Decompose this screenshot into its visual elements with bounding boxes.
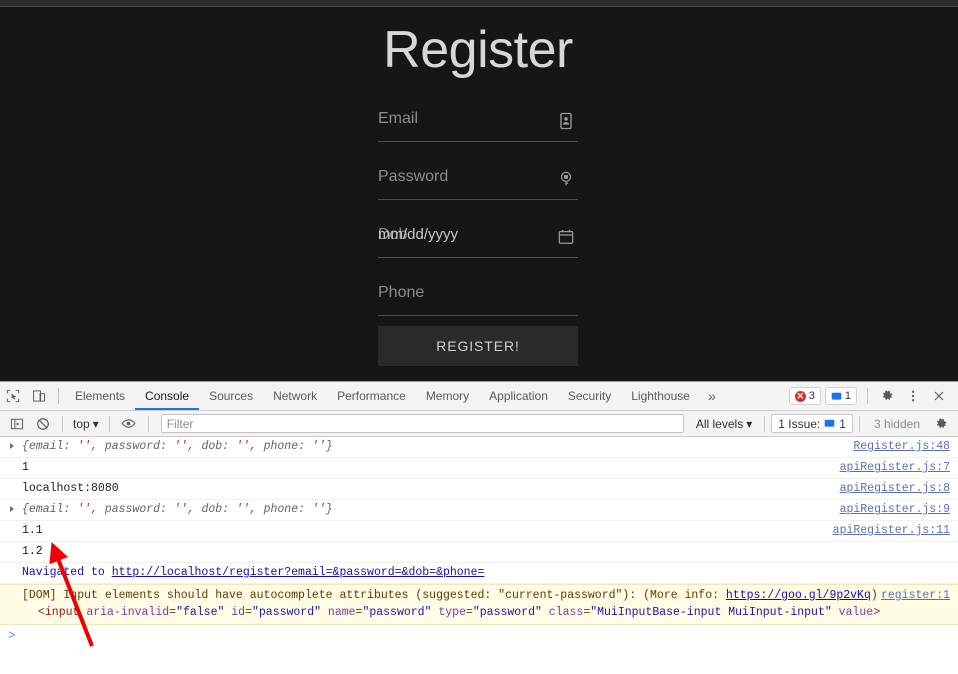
tab-security[interactable]: Security [558, 382, 621, 410]
filterbar-divider-5 [858, 415, 860, 432]
chevron-down-icon-levels: ▾ [746, 416, 753, 431]
console-source-link[interactable]: apiRegister.js:11 [833, 521, 950, 541]
devtools-tabbar: Elements Console Sources Network Perform… [0, 382, 958, 411]
console-row[interactable]: 1 apiRegister.js:7 [0, 458, 958, 479]
filterbar-divider-3 [147, 415, 149, 432]
error-dot-icon: ✕ [794, 390, 806, 402]
key-icon[interactable] [556, 169, 576, 189]
console-row-text: 1 [22, 461, 29, 474]
console-row-text: 1.1 [22, 524, 43, 537]
warning-text-suffix: ) [870, 589, 878, 602]
tab-performance[interactable]: Performance [327, 382, 416, 410]
contact-card-icon[interactable] [556, 111, 576, 131]
warning-source-link[interactable]: register:1 [881, 587, 950, 604]
log-level-selector[interactable]: All levels ▾ [690, 417, 758, 431]
issues-bubble-icon [824, 418, 835, 429]
filterbar-divider-2 [108, 415, 110, 432]
email-field[interactable]: Email [378, 94, 578, 142]
console-row[interactable]: {email: '', password: '', dob: '', phone… [0, 437, 958, 458]
tab-elements[interactable]: Elements [65, 382, 135, 410]
console-source-link[interactable]: apiRegister.js:8 [840, 479, 950, 499]
filterbar-divider-1 [62, 415, 63, 432]
page-title: Register [383, 21, 573, 79]
password-field-label: Password [378, 168, 449, 185]
console-filter-input[interactable] [160, 414, 684, 433]
error-count-label: 3 [808, 390, 815, 402]
hidden-messages-label: 3 hidden [873, 416, 920, 431]
navigation-url-link[interactable]: http://localhost/register?email=&passwor… [112, 566, 485, 579]
more-options-kebab-icon[interactable] [900, 383, 926, 409]
console-prompt[interactable]: > [0, 625, 958, 647]
tab-memory[interactable]: Memory [416, 382, 479, 410]
console-sidebar-toggle-icon[interactable] [4, 411, 30, 437]
expand-triangle-icon[interactable] [10, 443, 14, 449]
navigation-prefix: Navigated to [22, 566, 112, 579]
issues-button[interactable]: 1 Issue: 1 [771, 414, 853, 433]
console-row-text: {email: '', password: '', dob: '', phone… [22, 440, 333, 453]
inspect-element-icon[interactable] [0, 383, 26, 409]
screen: Register Email Password Dob mm/dd/yyyy P… [0, 0, 958, 674]
web-page: Register Email Password Dob mm/dd/yyyy P… [0, 0, 958, 381]
console-source-link[interactable]: Register.js:48 [853, 437, 950, 457]
console-row-text: {email: '', password: '', dob: '', phone… [22, 503, 333, 516]
tab-network[interactable]: Network [263, 382, 327, 410]
register-submit-button[interactable]: REGISTER! [378, 326, 578, 366]
console-filter-bar: top ▾ All levels ▾ 1 Issue: [0, 411, 958, 437]
console-source-link[interactable]: apiRegister.js:7 [840, 458, 950, 478]
warning-more-info-link[interactable]: https://goo.gl/9p2vKq [726, 589, 871, 602]
execution-context-label: top [73, 416, 90, 431]
clear-console-icon[interactable] [30, 411, 56, 437]
toolbar-divider [58, 388, 59, 404]
toggle-device-toolbar-icon[interactable] [26, 383, 52, 409]
tab-console[interactable]: Console [135, 382, 199, 410]
console-row-text: localhost:8080 [22, 482, 119, 495]
chevron-down-icon: ▾ [92, 416, 99, 431]
console-row[interactable]: 1.1 apiRegister.js:11 [0, 521, 958, 542]
issues-count: 1 [839, 416, 846, 431]
message-count-badge[interactable]: 1 [824, 387, 857, 405]
console-messages[interactable]: {email: '', password: '', dob: '', phone… [0, 437, 958, 674]
console-row[interactable]: localhost:8080 apiRegister.js:8 [0, 479, 958, 500]
error-count-badge[interactable]: ✕ 3 [788, 387, 821, 405]
email-field-label: Email [378, 110, 419, 127]
message-count-label: 1 [844, 390, 851, 402]
gear-icon[interactable] [874, 383, 900, 409]
register-form: Register Email Password Dob mm/dd/yyyy P… [378, 10, 578, 366]
live-expression-eye-icon[interactable] [116, 411, 142, 437]
toolbar-divider-2 [867, 388, 868, 404]
execution-context-selector[interactable]: top ▾ [69, 417, 103, 431]
warning-text: [DOM] Input elements should have autocom… [22, 589, 726, 602]
close-icon[interactable] [926, 383, 952, 409]
prompt-caret-icon: > [8, 628, 16, 643]
console-navigation-row[interactable]: Navigated to http://localhost/register?e… [0, 563, 958, 584]
browser-top-bar [0, 0, 958, 7]
tab-lighthouse[interactable]: Lighthouse [621, 382, 700, 410]
dob-field[interactable]: Dob mm/dd/yyyy [378, 210, 578, 258]
phone-field-label: Phone [378, 284, 425, 301]
console-settings-gear-icon[interactable] [928, 411, 954, 437]
more-tabs-chevron-icon[interactable]: » [700, 388, 724, 404]
console-row[interactable]: {email: '', password: '', dob: '', phone… [0, 500, 958, 521]
devtools-toolbar-right: ✕ 3 1 [788, 383, 958, 409]
warning-message-line: [DOM] Input elements should have autocom… [22, 587, 958, 604]
issues-label: 1 Issue: [778, 416, 821, 431]
tab-sources[interactable]: Sources [199, 382, 263, 410]
warning-code-snippet: <input aria-invalid="false" id="password… [38, 606, 881, 619]
tab-application[interactable]: Application [479, 382, 558, 410]
calendar-icon[interactable] [556, 227, 576, 247]
console-row[interactable]: 1.2 [0, 542, 958, 563]
console-warning-row[interactable]: [DOM] Input elements should have autocom… [0, 584, 958, 625]
message-bubble-icon [831, 391, 842, 402]
log-level-label: All levels [695, 416, 744, 431]
password-field[interactable]: Password [378, 152, 578, 200]
dob-date-placeholder: mm/dd/yyyy [378, 226, 459, 243]
console-source-link[interactable]: apiRegister.js:9 [840, 500, 950, 520]
devtools-panel: Elements Console Sources Network Perform… [0, 381, 958, 674]
filterbar-divider-4 [764, 415, 766, 432]
phone-field[interactable]: Phone [378, 268, 578, 316]
expand-triangle-icon[interactable] [10, 506, 14, 512]
console-row-text: 1.2 [22, 545, 43, 558]
